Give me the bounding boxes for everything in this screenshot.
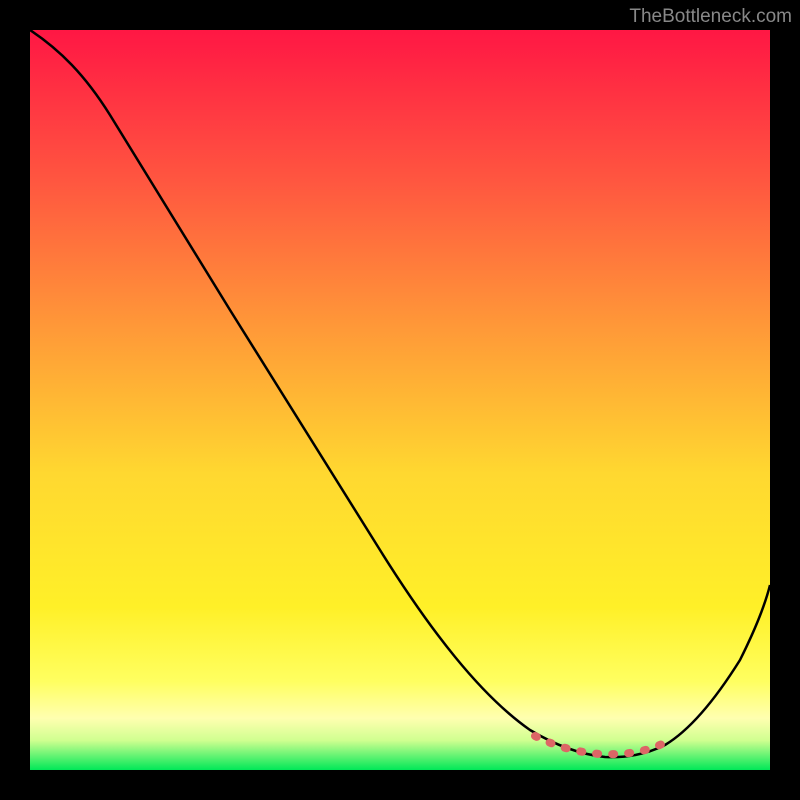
watermark-text: TheBottleneck.com bbox=[629, 6, 792, 28]
curve-overlay bbox=[30, 30, 770, 770]
bottleneck-curve bbox=[30, 30, 770, 757]
chart-area bbox=[30, 30, 770, 770]
optimal-zone-marker bbox=[535, 736, 662, 754]
